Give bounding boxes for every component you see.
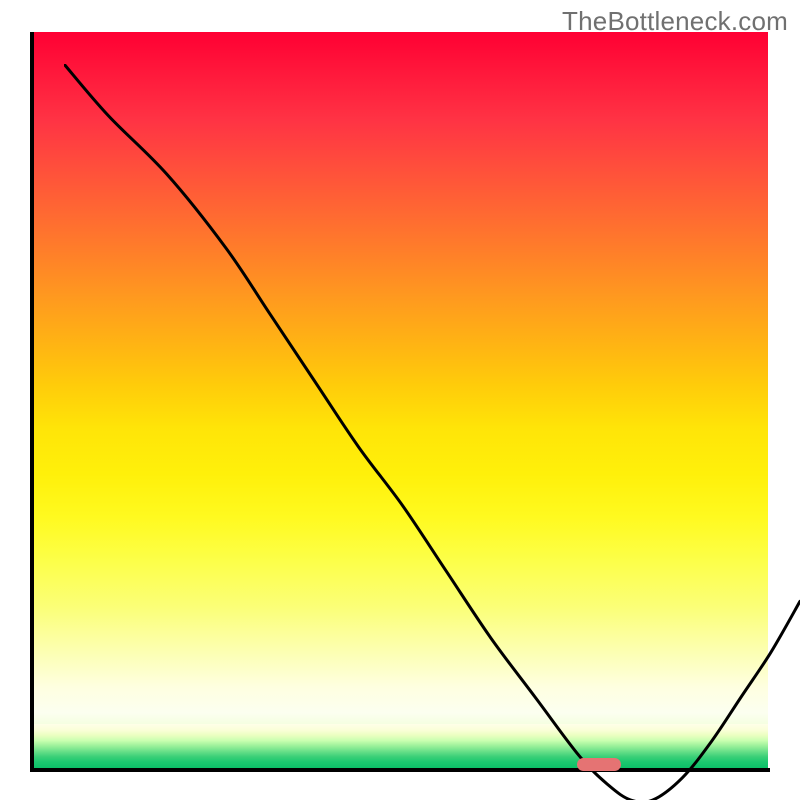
chart-canvas: TheBottleneck.com [0,0,800,800]
plot-area [32,32,768,768]
watermark-label: TheBottleneck.com [562,6,788,37]
optimal-range-marker [577,758,621,771]
curve-layer [64,64,800,800]
bottleneck-curve [64,64,800,800]
y-axis [30,32,34,772]
